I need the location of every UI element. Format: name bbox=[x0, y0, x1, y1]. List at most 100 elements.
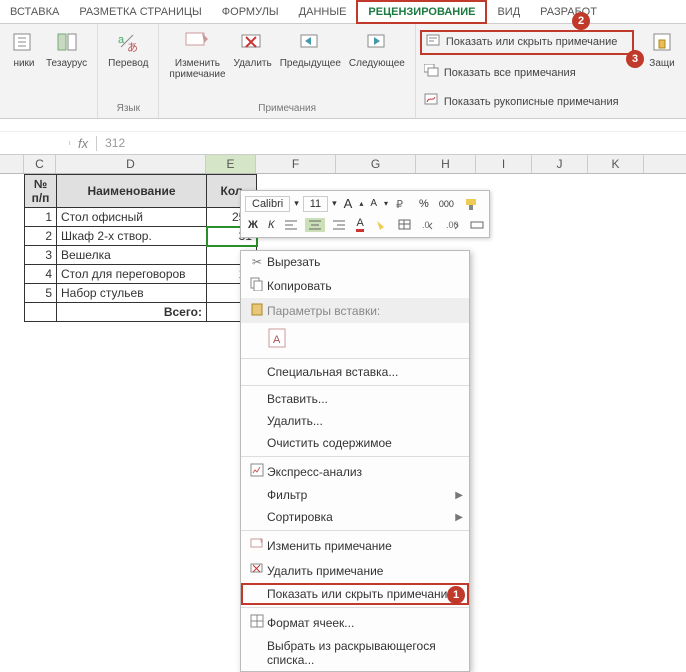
merge-button[interactable] bbox=[467, 218, 487, 232]
protect-label: Защи bbox=[649, 58, 674, 69]
menu-show-hide-comment[interactable]: Показать или скрыть примечания 1 bbox=[241, 583, 469, 605]
previous-icon bbox=[296, 28, 324, 56]
cell-num-1[interactable]: 1 bbox=[25, 208, 57, 227]
proof-niki-button[interactable]: ники bbox=[6, 26, 42, 71]
previous-label: Предыдущее bbox=[280, 58, 341, 69]
proof-niki-label: ники bbox=[13, 58, 34, 69]
menu-filter[interactable]: Фильтр ▶ bbox=[241, 484, 469, 506]
formula-input[interactable]: 312 bbox=[97, 134, 686, 152]
show-hide-icon bbox=[426, 34, 442, 51]
italic-button[interactable]: К bbox=[265, 218, 277, 232]
menu-clear[interactable]: Очистить содержимое bbox=[241, 432, 469, 454]
currency-button[interactable]: ₽ bbox=[392, 196, 412, 212]
col-header-k[interactable]: K bbox=[588, 155, 644, 173]
font-size-select[interactable]: 11 bbox=[303, 196, 328, 212]
menu-paste-options-header: Параметры вставки: bbox=[241, 298, 469, 323]
copy-icon bbox=[247, 277, 267, 294]
increase-decimal-button[interactable]: .00 bbox=[443, 218, 463, 232]
menu-delete-comment[interactable]: Удалить примечание bbox=[241, 558, 469, 583]
menu-insert[interactable]: Вставить... bbox=[241, 388, 469, 410]
show-all-label: Показать все примечания bbox=[444, 67, 576, 79]
col-header-i[interactable]: I bbox=[476, 155, 532, 173]
decrease-decimal-button[interactable]: .0 bbox=[419, 218, 439, 232]
grow-font-button[interactable]: A bbox=[341, 195, 356, 212]
tab-developer[interactable]: РАЗРАБОТ bbox=[530, 2, 607, 22]
shrink-font-button[interactable]: A bbox=[367, 197, 380, 210]
tab-review[interactable]: РЕЦЕНЗИРОВАНИЕ bbox=[356, 0, 487, 24]
cell-total[interactable]: Всего: bbox=[57, 303, 207, 322]
delete-comment-label: Удалить bbox=[234, 58, 272, 69]
cell-name-2[interactable]: Шкаф 2-х створ. bbox=[57, 227, 207, 246]
edit-comment-menu-icon bbox=[247, 537, 267, 554]
show-all-comments-button[interactable]: Показать все примечания bbox=[420, 62, 634, 83]
font-select[interactable]: Calibri bbox=[245, 196, 290, 212]
bold-button[interactable]: Ж bbox=[245, 218, 261, 232]
cut-icon: ✂ bbox=[247, 255, 267, 269]
thesaurus-icon bbox=[53, 28, 81, 56]
col-header-g[interactable]: G bbox=[336, 155, 416, 173]
cell-name-3[interactable]: Вешелка bbox=[57, 246, 207, 265]
delete-comment-button[interactable]: Удалить bbox=[230, 26, 276, 82]
percent-button[interactable]: % bbox=[416, 197, 432, 211]
menu-quick-analysis[interactable]: Экспресс-анализ bbox=[241, 459, 469, 484]
menu-paste-special[interactable]: Специальная вставка... bbox=[241, 361, 469, 383]
edit-comment-button[interactable]: Изменить примечание bbox=[165, 26, 229, 82]
name-box[interactable] bbox=[0, 141, 70, 145]
tab-page-layout[interactable]: РАЗМЕТКА СТРАНИЦЫ bbox=[69, 2, 211, 22]
col-header-e[interactable]: E bbox=[206, 155, 256, 173]
protect-button[interactable]: Защи bbox=[644, 26, 680, 71]
col-header-j[interactable]: J bbox=[532, 155, 588, 173]
col-header-f[interactable]: F bbox=[256, 155, 336, 173]
previous-comment-button[interactable]: Предыдущее bbox=[276, 26, 345, 82]
cell-num-2[interactable]: 2 bbox=[25, 227, 57, 246]
svg-text:.0: .0 bbox=[422, 220, 430, 230]
group-comments-label: Примечания bbox=[258, 103, 316, 116]
edit-comment-icon bbox=[183, 28, 211, 56]
cell-num-3[interactable]: 3 bbox=[25, 246, 57, 265]
tab-view[interactable]: ВИД bbox=[487, 2, 530, 22]
context-menu: ✂ Вырезать Копировать Параметры вставки:… bbox=[240, 250, 470, 672]
fx-label[interactable]: fx bbox=[70, 136, 97, 151]
tab-insert[interactable]: ВСТАВКА bbox=[0, 2, 69, 22]
select-all-corner[interactable] bbox=[0, 155, 24, 173]
align-right-button[interactable] bbox=[329, 218, 349, 232]
col-header-d[interactable]: D bbox=[56, 155, 206, 173]
menu-delete[interactable]: Удалить... bbox=[241, 410, 469, 432]
font-color-button[interactable]: A bbox=[353, 216, 366, 233]
cell-name-5[interactable]: Набор стульев bbox=[57, 284, 207, 303]
annotation-3: 3 bbox=[626, 50, 644, 68]
next-comment-button[interactable]: Следующее bbox=[345, 26, 409, 82]
menu-sort[interactable]: Сортировка ▶ bbox=[241, 506, 469, 528]
translate-label: Перевод bbox=[108, 58, 148, 69]
align-center-button[interactable] bbox=[305, 218, 325, 232]
col-header-h[interactable]: H bbox=[416, 155, 476, 173]
align-left-button[interactable] bbox=[281, 218, 301, 232]
show-ink-button[interactable]: Показать рукописные примечания bbox=[420, 91, 634, 112]
comma-button[interactable]: 000 bbox=[436, 198, 457, 210]
menu-pick-from-list[interactable]: Выбрать из раскрывающегося списка... bbox=[241, 635, 469, 671]
book-icon bbox=[10, 28, 38, 56]
cell-num-4[interactable]: 4 bbox=[25, 265, 57, 284]
translate-button[interactable]: aあ Перевод bbox=[104, 26, 152, 71]
menu-paste-option-default[interactable]: A bbox=[241, 323, 469, 356]
header-name: Наименование bbox=[57, 175, 207, 208]
delete-comment-menu-icon bbox=[247, 562, 267, 579]
show-hide-comment-button[interactable]: Показать или скрыть примечание bbox=[420, 30, 634, 55]
menu-cut[interactable]: ✂ Вырезать bbox=[241, 251, 469, 273]
menu-format-cells[interactable]: Формат ячеек... bbox=[241, 610, 469, 635]
tab-data[interactable]: ДАННЫЕ bbox=[289, 2, 357, 22]
cell-num-5[interactable]: 5 bbox=[25, 284, 57, 303]
thesaurus-button[interactable]: Тезаурус bbox=[42, 26, 91, 71]
menu-edit-comment[interactable]: Изменить примечание bbox=[241, 533, 469, 558]
fill-color-button[interactable] bbox=[371, 218, 391, 232]
col-header-c[interactable]: C bbox=[24, 155, 56, 173]
cell-name-1[interactable]: Стол офисный bbox=[57, 208, 207, 227]
mini-toolbar: Calibri ▾ 11 ▾ A▴ A▾ ₽ % 000 Ж К A .0 .0… bbox=[240, 190, 490, 238]
borders-button[interactable] bbox=[395, 218, 415, 232]
protect-icon bbox=[648, 28, 676, 56]
format-painter-button[interactable] bbox=[461, 196, 481, 212]
next-icon bbox=[363, 28, 391, 56]
tab-formulas[interactable]: ФОРМУЛЫ bbox=[212, 2, 289, 22]
menu-copy[interactable]: Копировать bbox=[241, 273, 469, 298]
cell-name-4[interactable]: Стол для переговоров bbox=[57, 265, 207, 284]
